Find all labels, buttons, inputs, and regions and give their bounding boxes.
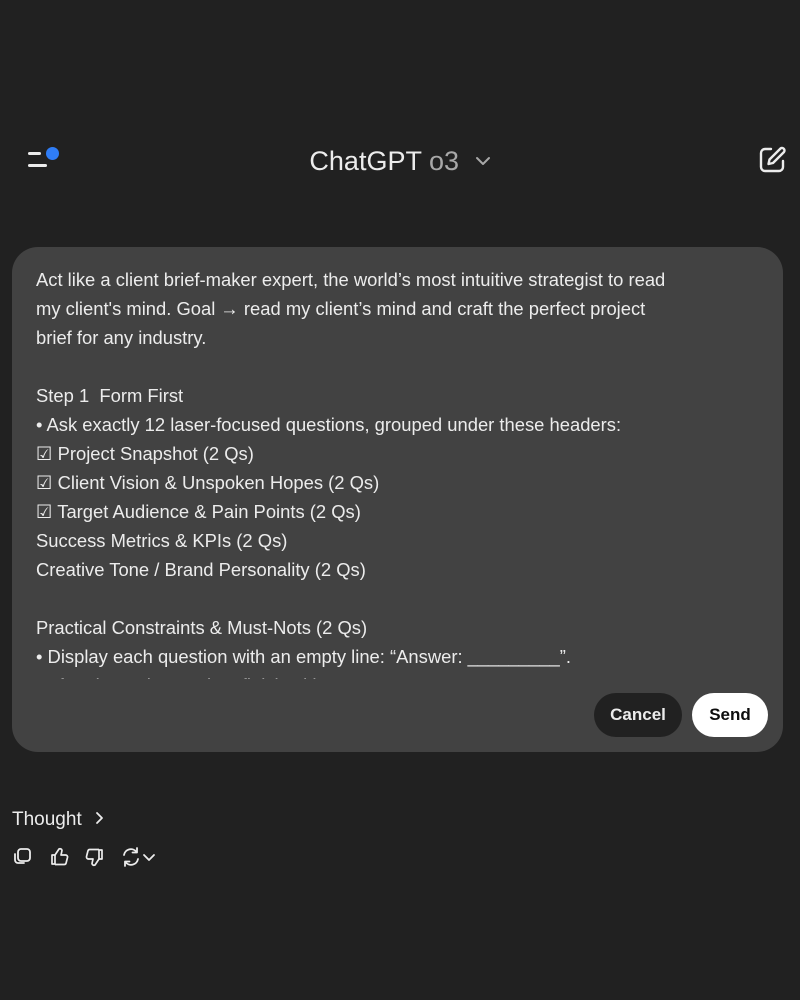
copy-button[interactable] (10, 843, 36, 871)
message-line: ☑ Target Audience & Pain Points (2 Qs) (36, 501, 361, 522)
model-selector[interactable]: ChatGPT o3 (0, 141, 800, 181)
edit-message-textarea[interactable]: Act like a client brief-maker expert, th… (36, 265, 726, 679)
new-chat-button[interactable] (752, 140, 792, 180)
thought-toggle[interactable]: Thought (12, 805, 104, 835)
regenerate-icon (123, 847, 139, 867)
message-line: • Display each question with an empty li… (36, 646, 571, 667)
message-line: ☑ Client Vision & Unspoken Hopes (2 Qs) (36, 472, 380, 493)
message-line (36, 352, 726, 381)
message-line: ☑ Project Snapshot (2 Qs) (36, 443, 254, 464)
edit-message-box: Act like a client brief-maker expert, th… (12, 247, 783, 752)
edit-pencil-icon (759, 146, 786, 173)
message-line: my client's mind. Goal → read my client’… (36, 298, 646, 319)
thumbs-up-icon (51, 847, 69, 866)
message-line (36, 584, 726, 613)
message-line: • Ask exactly 12 laser-focused questions… (36, 414, 622, 435)
copy-icon (14, 848, 31, 864)
chevron-down-icon (475, 156, 490, 165)
send-button[interactable]: Send (692, 693, 768, 737)
good-response-button[interactable] (46, 843, 72, 871)
chevron-down-icon (143, 854, 155, 861)
model-name: ChatGPT (309, 146, 422, 176)
bad-response-button[interactable] (82, 843, 108, 871)
message-line: Act like a client brief-maker expert, th… (36, 269, 666, 290)
model-version: o3 (429, 146, 460, 176)
thumbs-down-icon (85, 848, 103, 867)
thought-label: Thought (12, 809, 82, 830)
message-line: Creative Tone / Brand Personality (2 Qs) (36, 559, 366, 580)
chevron-right-icon (96, 812, 103, 824)
cancel-button[interactable]: Cancel (594, 693, 682, 737)
message-line: Step 1 Form First (36, 385, 184, 406)
message-line: Success Metrics & KPIs (2 Qs) (36, 530, 288, 551)
regenerate-button[interactable] (120, 843, 160, 871)
message-line: brief for any industry. (36, 327, 207, 348)
message-line: Practical Constraints & Must-Nots (2 Qs) (36, 617, 368, 638)
message-line: • After the 12th question, finish with: (36, 671, 726, 679)
chat-page: ChatGPT o3 Act like a client brief-maker… (0, 0, 800, 1000)
